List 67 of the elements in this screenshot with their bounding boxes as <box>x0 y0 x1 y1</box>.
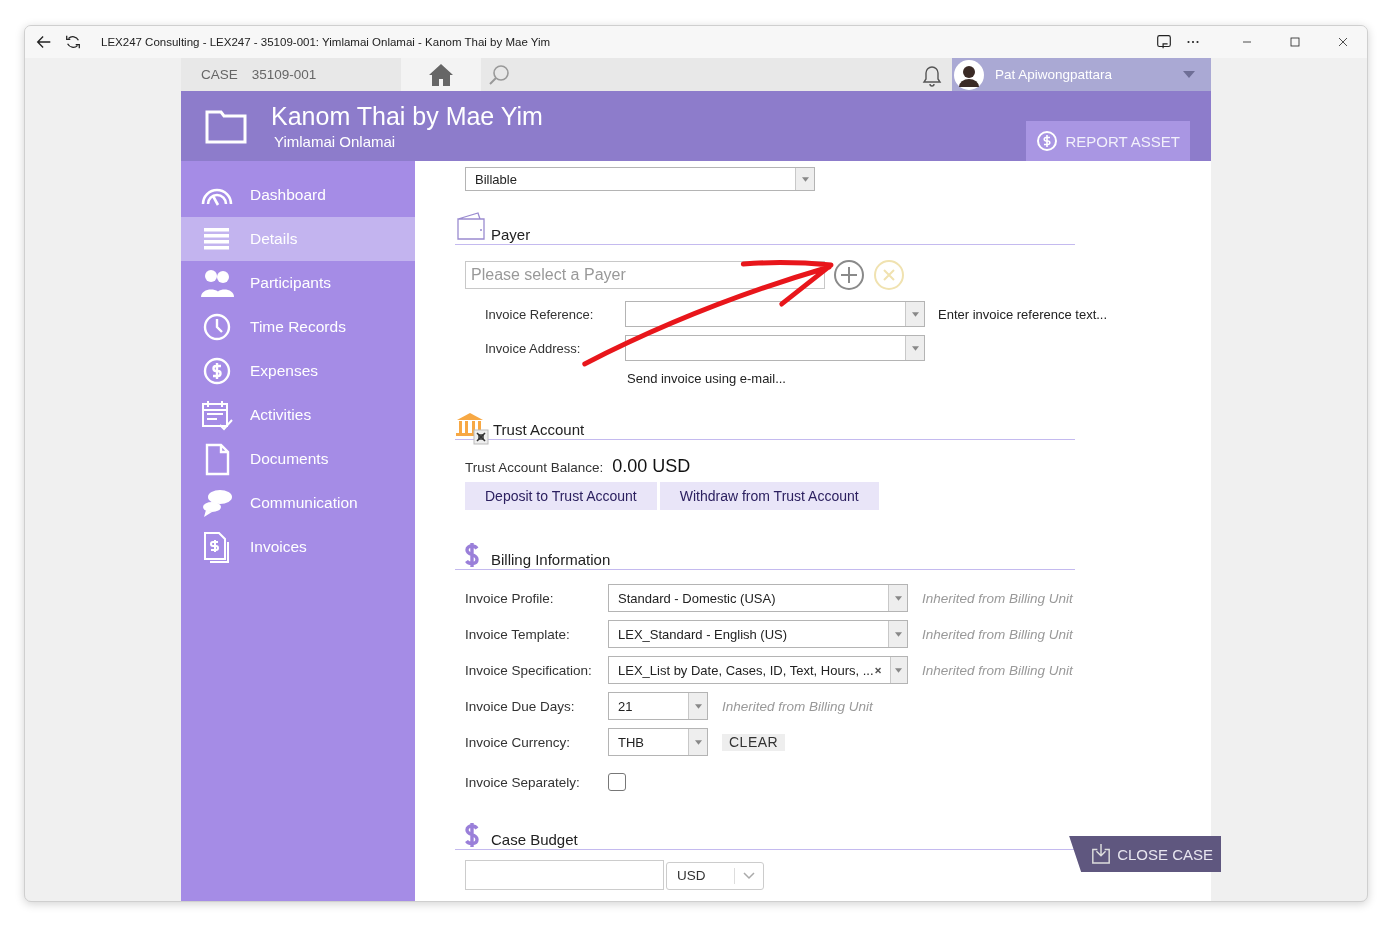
field-label: Invoice Reference: <box>485 306 595 322</box>
dropdown-field[interactable]: 21 <box>608 692 708 720</box>
download-tray-icon <box>1091 843 1112 865</box>
folder-icon <box>205 108 247 144</box>
inherited-note: Inherited from Billing Unit <box>922 662 1073 678</box>
field-label: Invoice Due Days: <box>465 698 576 714</box>
reference-hint-link[interactable]: Enter invoice reference text... <box>938 306 1108 322</box>
caret-icon <box>911 345 919 351</box>
checkbox[interactable] <box>608 773 626 791</box>
bank-icon <box>455 411 489 445</box>
inherited-note: Inherited from Billing Unit <box>722 698 873 714</box>
dollar-icon <box>463 541 481 569</box>
cast-icon[interactable] <box>1155 33 1173 51</box>
trust-account-button[interactable]: Withdraw from Trust Account <box>659 482 879 510</box>
case-title: Kanom Thai by Mae Yim <box>271 102 543 131</box>
dropdown-field[interactable] <box>625 335 925 361</box>
back-icon[interactable] <box>35 33 53 51</box>
clear-icon[interactable] <box>873 665 882 675</box>
close-case-button[interactable]: CLOSE CASE <box>1069 836 1221 872</box>
trust-account-button[interactable]: Deposit to Trust Account <box>465 482 657 510</box>
dropdown-field[interactable]: LEX_List by Date, Cases, ID, Text, Hours, ... <box>608 656 908 684</box>
refresh-icon[interactable] <box>64 33 82 51</box>
section-title: Trust Account <box>493 421 585 438</box>
caret-icon <box>1183 70 1195 79</box>
field-label: Invoice Currency: <box>465 734 572 750</box>
wallet-icon <box>455 211 487 243</box>
caret-icon <box>694 739 702 745</box>
field-label: Invoice Separately: <box>465 774 581 790</box>
field-label: Invoice Address: <box>485 340 582 356</box>
caret-icon <box>894 631 902 637</box>
dollar-icon <box>463 821 481 849</box>
window-title: LEX247 Consulting - LEX247 - 35109-001: Yimlamai Onlamai - Kanom Thai by Mae Yim <box>101 36 551 48</box>
case-subtitle: Yimlamai Onlamai <box>274 133 397 150</box>
caret-icon <box>895 667 903 673</box>
dropdown-field[interactable]: Standard - Domestic (USA) <box>608 584 908 612</box>
field-label: Invoice Specification: <box>465 662 593 678</box>
home-button[interactable] <box>401 58 481 91</box>
caret-icon <box>801 176 809 182</box>
currency-dropdown[interactable]: USD <box>666 862 764 890</box>
chevron-down-icon <box>743 872 755 880</box>
caret-icon <box>694 703 702 709</box>
dropdown-field[interactable]: THB <box>608 728 708 756</box>
caret-icon <box>894 595 902 601</box>
dollar-coin-icon <box>1035 130 1058 152</box>
field-label: Invoice Profile: <box>465 590 555 606</box>
budget-amount-field[interactable] <box>465 860 664 890</box>
caret-icon <box>911 311 919 317</box>
avatar-icon <box>954 59 984 90</box>
dropdown-field[interactable] <box>625 301 925 327</box>
case-label: CASE <box>201 67 238 82</box>
dropdown-field[interactable]: LEX_Standard - English (US) <box>608 620 908 648</box>
clear-button[interactable]: CLEAR <box>722 733 786 751</box>
section-title: Case Budget <box>491 831 578 848</box>
add-icon[interactable] <box>833 259 865 291</box>
section-title: Billing Information <box>491 551 611 568</box>
inherited-note: Inherited from Billing Unit <box>922 590 1073 606</box>
billing-type-dropdown[interactable]: Billable <box>465 167 815 191</box>
home-icon <box>428 62 454 87</box>
case-number: 35109-001 <box>251 67 317 82</box>
balance-value: 0.00 USD <box>612 456 691 477</box>
field-label: Invoice Template: <box>465 626 571 642</box>
section-title: Payer <box>491 226 531 243</box>
payer-field[interactable]: Please select a Payer <box>465 261 825 289</box>
email-link[interactable]: Send invoice using e-mail... <box>627 371 786 386</box>
inherited-note: Inherited from Billing Unit <box>922 626 1073 642</box>
calendar-check-icon <box>200 398 234 432</box>
balance-label: Trust Account Balance: <box>465 460 604 475</box>
